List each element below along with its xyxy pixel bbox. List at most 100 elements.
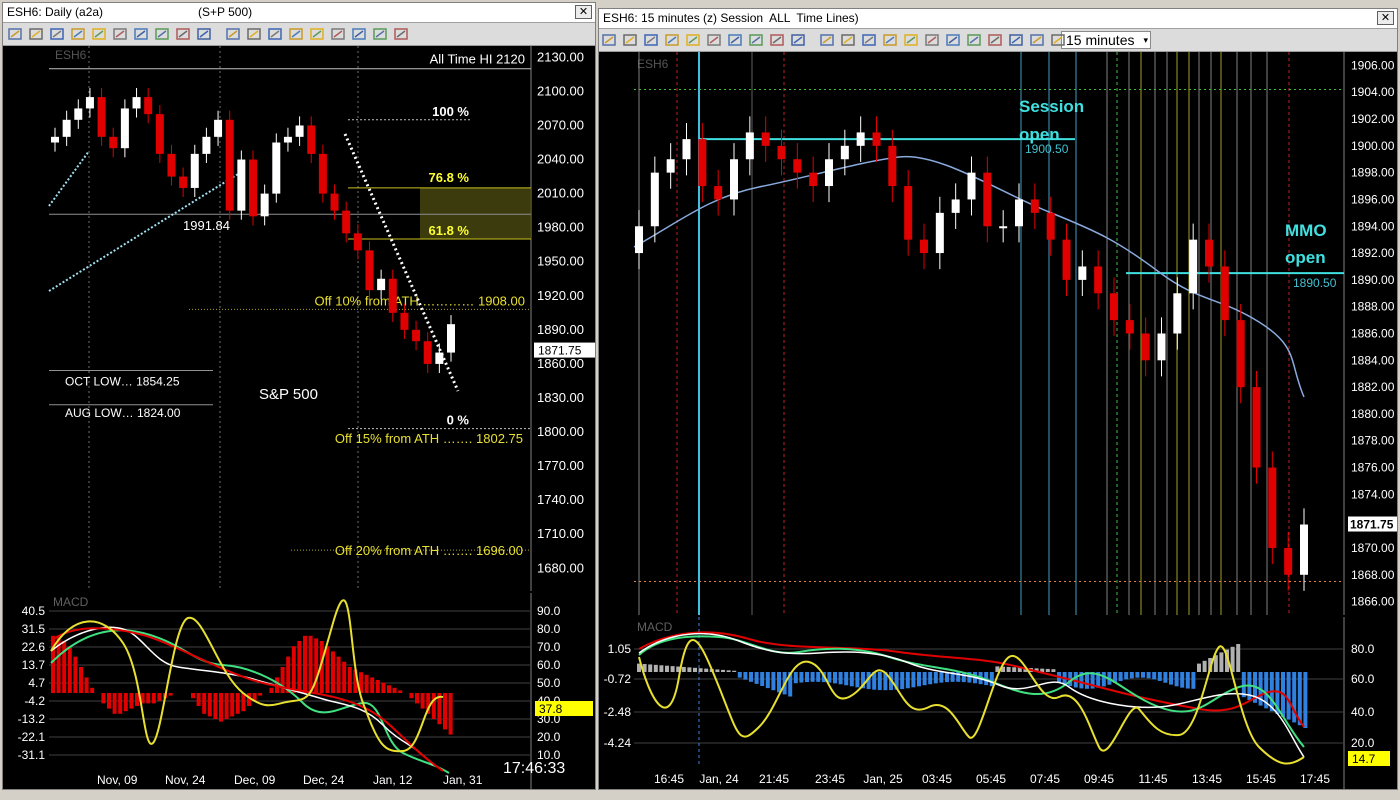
cursor-icon[interactable] — [7, 26, 23, 42]
intraday-price-panel[interactable]: ESH6 1906.00 1904.00 1902.00 1900.00 1898.00 1… — [599, 52, 1397, 615]
intraday-titlebar[interactable]: ESH6: 15 minutes (z) Session ALL Time Li… — [599, 9, 1397, 29]
trendline-icon[interactable] — [351, 26, 367, 42]
candle-body — [447, 324, 455, 353]
candle-body — [214, 119, 223, 137]
stoch-value-label: 14.7 — [1352, 752, 1376, 766]
candle-body — [825, 159, 833, 187]
candle-body — [97, 97, 106, 137]
zoom-in-icon[interactable] — [372, 26, 388, 42]
macd-hist-bar — [1286, 672, 1291, 720]
candle-body — [1300, 524, 1308, 575]
trendline-icon[interactable] — [966, 32, 982, 48]
aug-low-label: AUG LOW… 1824.00 — [65, 406, 181, 420]
macd-hist-bar — [749, 672, 753, 682]
ellipse-icon[interactable] — [840, 32, 856, 48]
cursor-icon[interactable] — [622, 32, 638, 48]
candle-body — [1220, 266, 1229, 321]
wave-icon[interactable] — [882, 32, 898, 48]
macd-hist-bar — [129, 693, 134, 709]
save-icon[interactable] — [49, 26, 65, 42]
calendar-icon[interactable] — [154, 26, 170, 42]
price-tick-label: 1876.00 — [1351, 461, 1395, 475]
candle-body — [307, 125, 316, 154]
drawing-tools-icon[interactable] — [70, 26, 86, 42]
macd-left-tick: -0.72 — [604, 672, 632, 686]
macd-hist-bar — [342, 661, 347, 693]
format-icon[interactable] — [727, 32, 743, 48]
off20-label: Off 20% from ATH ……. 1696.00 — [335, 543, 523, 558]
candle-body — [682, 139, 691, 160]
magnifier-icon[interactable] — [1050, 32, 1066, 48]
arrow-right-icon[interactable] — [246, 26, 262, 42]
macd-hist-bar — [905, 672, 910, 689]
cross-icon[interactable] — [225, 26, 241, 42]
macd-hist-bar — [123, 693, 128, 712]
macd-hist-bar — [1101, 672, 1106, 687]
line-icon[interactable] — [330, 26, 346, 42]
macd-hist-bar — [325, 646, 330, 693]
daily-macd-panel[interactable]: MACD 40.5 31.5 22.6 13.7 4.7 -4.2 -13.2 -22.1 -31… — [3, 593, 595, 789]
daily-chart-window[interactable]: ESH6: Daily (a2a) (S+P 500) ✕ ESH6 2130.0… — [2, 2, 596, 790]
insert-icon[interactable] — [790, 32, 806, 48]
fib-618-label: 61.8 % — [429, 223, 470, 238]
rectangle-icon[interactable] — [309, 26, 325, 42]
ellipse-icon[interactable] — [288, 26, 304, 42]
arrow-right-icon[interactable] — [861, 32, 877, 48]
macd-hist-bar — [67, 646, 72, 693]
grid-icon[interactable] — [196, 26, 212, 42]
macd-hist-bar — [838, 672, 843, 685]
intraday-chart-window[interactable]: ESH6: 15 minutes (z) Session ALL Time Li… — [598, 8, 1398, 790]
macd-hist-bar — [693, 667, 697, 672]
star-icon[interactable] — [91, 26, 107, 42]
bar-style-icon[interactable] — [643, 32, 659, 48]
candle-body — [179, 176, 188, 188]
save-icon[interactable] — [664, 32, 680, 48]
macd-hist-bar — [420, 693, 425, 709]
pointer-icon[interactable] — [1029, 32, 1045, 48]
close-button[interactable]: ✕ — [575, 5, 592, 19]
zoom-out-icon[interactable] — [393, 26, 409, 42]
zoom-in-icon[interactable] — [987, 32, 1003, 48]
candle-body — [62, 119, 71, 137]
macd-hist-bar — [370, 677, 375, 693]
candle-body — [237, 159, 246, 211]
candle-body — [132, 97, 141, 109]
daily-titlebar[interactable]: ESH6: Daily (a2a) (S+P 500) ✕ — [3, 3, 595, 23]
insert-icon[interactable] — [175, 26, 191, 42]
format-icon[interactable] — [112, 26, 128, 42]
price-tick-label: 1740.00 — [537, 492, 584, 507]
window-symbol: (S+P 500) — [198, 5, 253, 19]
rectangle-icon[interactable] — [924, 32, 940, 48]
pin-icon[interactable] — [601, 32, 617, 48]
daily-price-panel[interactable]: ESH6 2130.00 2100.00 2070.00 2040.00 2010.00 1… — [3, 46, 595, 591]
macd-hist-bar — [844, 672, 849, 686]
macd-right-tick: 90.0 — [537, 604, 561, 618]
zoom-out-icon[interactable] — [1008, 32, 1024, 48]
calendar-icon[interactable] — [769, 32, 785, 48]
candle-body — [1015, 199, 1023, 227]
date-tick-label: Dec, 24 — [303, 773, 345, 787]
macd-hist-bar — [73, 656, 78, 693]
grid-icon[interactable] — [819, 32, 835, 48]
table-icon[interactable] — [133, 26, 149, 42]
table-icon[interactable] — [748, 32, 764, 48]
symbol-watermark: ESH6 — [55, 48, 87, 62]
timeframe-dropdown[interactable]: 15 minutes ▾ — [1061, 31, 1151, 49]
macd-hist-bar — [331, 651, 335, 693]
candle-body — [353, 233, 362, 251]
line-icon[interactable] — [945, 32, 961, 48]
close-button[interactable]: ✕ — [1377, 11, 1394, 25]
ellipse-icon[interactable] — [903, 32, 919, 48]
bar-style-icon[interactable] — [28, 26, 44, 42]
macd-hist-bar — [1045, 668, 1050, 672]
price-tick-label: 1902.00 — [1351, 112, 1395, 126]
wave-icon[interactable] — [267, 26, 283, 42]
candle-body — [283, 136, 292, 143]
drawing-tools-icon[interactable] — [685, 32, 701, 48]
last-price-label: 1871.75 — [1350, 518, 1394, 532]
star-icon[interactable] — [706, 32, 722, 48]
macd-hist-bar — [303, 635, 307, 693]
intraday-macd-panel[interactable]: MACD 1.05 -0.72 -2.48 -4.24 80.0 60.0 40.0 20.0 1… — [599, 617, 1397, 789]
candle-body — [904, 186, 913, 240]
macd-hist-bar — [308, 635, 313, 693]
